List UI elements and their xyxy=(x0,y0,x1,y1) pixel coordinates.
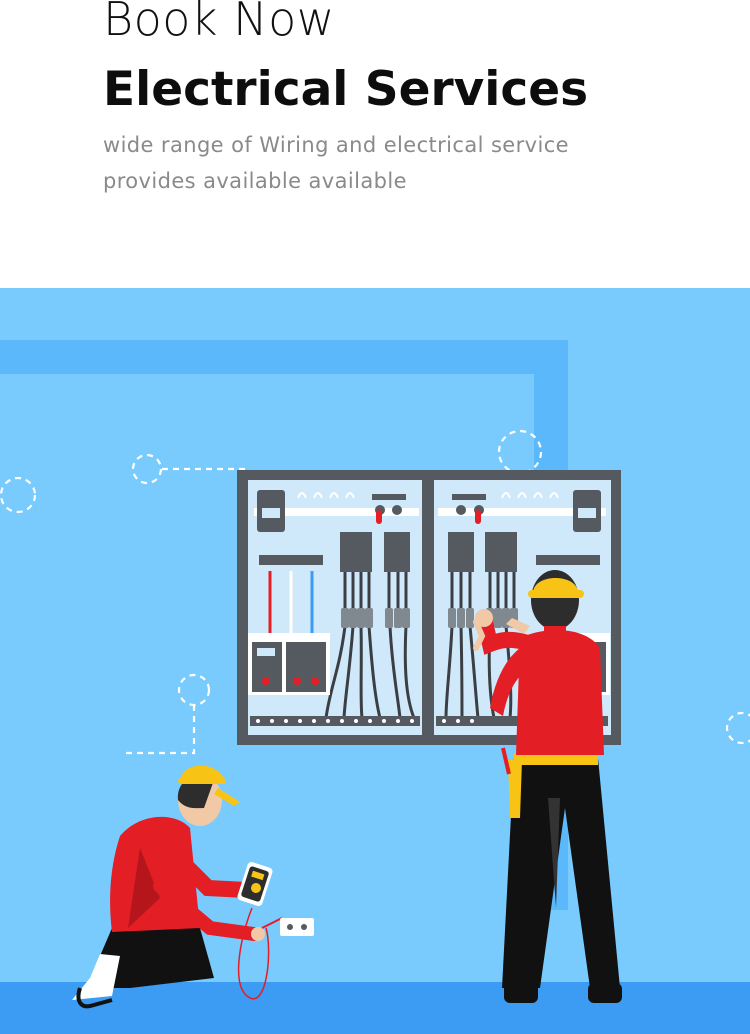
page-title: Electrical Services xyxy=(103,62,589,117)
subtitle-line-1: wide range of Wiring and electrical serv… xyxy=(103,133,569,157)
electrician-illustration xyxy=(0,288,750,1034)
socket-icon xyxy=(280,918,314,936)
book-now-heading[interactable]: Book Now xyxy=(103,0,723,42)
subtitle-line-2: provides available available xyxy=(103,169,407,193)
hero-section: Book Now Electrical Services wide range … xyxy=(103,0,723,199)
